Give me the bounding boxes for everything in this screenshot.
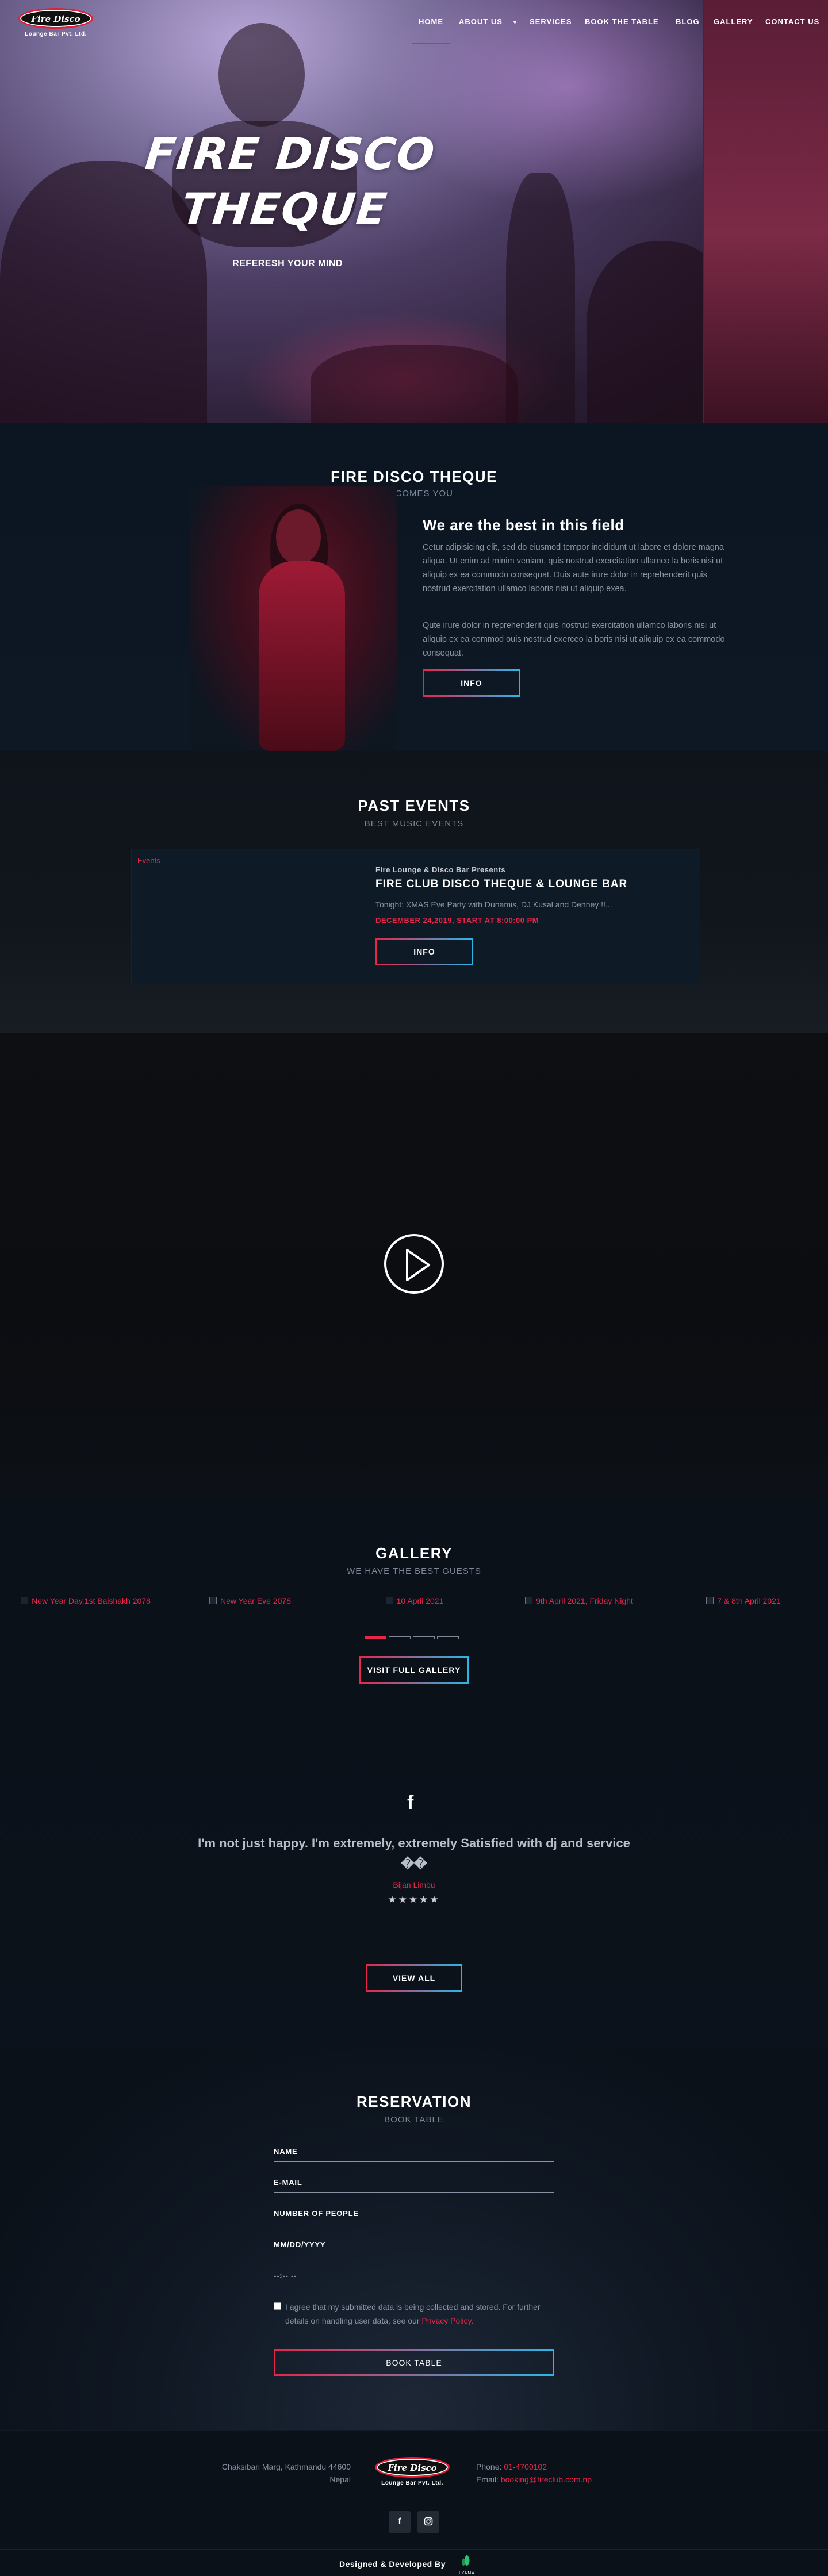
top-nav: Fire Disco Lounge Bar Pvt. Ltd. HOME ABO… [0,0,828,46]
footer: Chaksibari Marg, Kathmandu 44600 Nepal F… [0,2430,828,2576]
logo-subtitle: Lounge Bar Pvt. Ltd. [25,31,87,37]
about-paragraph: Qute irure dolor in reprehenderit quis n… [423,621,725,658]
event-info-button[interactable]: INFO [375,938,473,965]
reservation-section: RESERVATION BOOK TABLE NAME E-MAIL NUMBE… [0,2050,828,2430]
email-link[interactable]: booking@fireclub.com.np [501,2475,592,2484]
past-events-section: PAST EVENTS BEST MUSIC EVENTS Events Fir… [0,751,828,1033]
date-field[interactable]: MM/DD/YYYY [274,2240,554,2255]
testimonial-quote: I'm not just happy. I'm extremely, extre… [198,1836,630,1871]
reservation-subtitle: BOOK TABLE [384,2115,444,2125]
privacy-policy-link[interactable]: Privacy Policy. [421,2316,473,2325]
nav-blog[interactable]: BLOG [676,17,700,26]
event-date: DECEMBER 24,2019, START AT 8:00:00 PM [375,916,539,925]
gallery-subtitle: WE HAVE THE BEST GUESTS [347,1566,481,1576]
about-subtitle: WELCOMES YOU [375,489,453,499]
events-title: PAST EVENTS [358,797,470,814]
nav-about-us-label: ABOUT US [459,17,503,26]
footer-divider [0,2549,828,2550]
carousel-dot[interactable] [413,1636,435,1639]
carousel-dots [365,1632,461,1642]
instagram-icon[interactable] [417,2511,439,2533]
hero-side-panel [703,0,828,423]
consent-checkbox[interactable] [274,2302,281,2310]
event-organizer: Fire Lounge & Disco Bar Presents [375,865,506,874]
footer-logo[interactable]: Fire Disco Lounge Bar Pvt. Ltd. [369,2457,455,2489]
video-section [0,1033,828,1498]
footer-contact: Phone: 01-4700102 Email: booking@fireclu… [476,2462,592,2484]
reservation-title: RESERVATION [356,2093,471,2110]
nav-services[interactable]: SERVICES [530,17,572,26]
hero-section: FIRE DISCO THEQUE REFERESH YOUR MIND [0,0,828,423]
play-icon [406,1249,430,1281]
developer-logo[interactable]: LYAMA [455,2554,478,2575]
crowd-silhouette [310,345,518,423]
about-title: FIRE DISCO THEQUE [331,468,497,485]
testimonial-author[interactable]: Bijan Limbu [0,1880,828,1889]
hero-subtitle: REFERESH YOUR MIND [232,259,343,269]
nav-active-indicator [412,43,450,44]
consent-text: I agree that my submitted data is being … [285,2302,540,2325]
event-description: Tonight: XMAS Eve Party with Dunamis, DJ… [375,900,612,909]
nav-about-us[interactable]: ABOUT US ▼ [459,17,518,26]
logo-mark: Fire Disco [18,8,93,29]
testimonial-section: f I'm not just happy. I'm extremely, ext… [0,1700,828,2050]
rating-stars: ★★★★★ [388,1894,440,1905]
hero-title: FIRE DISCO THEQUE [143,128,438,235]
gallery-title: GALLERY [375,1544,453,1562]
about-paragraph: Cetur adipisicing elit, sed do eiusmod t… [423,543,724,593]
name-field[interactable]: NAME [274,2147,554,2162]
carousel-dot[interactable] [437,1636,459,1639]
visit-full-gallery-button[interactable]: VISIT FULL GALLERY [359,1656,469,1684]
logo-mark: Fire Disco [375,2457,450,2478]
chevron-down-icon: ▼ [512,20,519,26]
facebook-icon[interactable]: f [389,2511,411,2533]
event-card: Events Fire Lounge & Disco Bar Presents … [131,849,700,984]
facebook-icon: f [407,1792,414,1814]
about-image [190,486,397,751]
events-subtitle: BEST MUSIC EVENTS [364,819,464,829]
play-button[interactable] [384,1234,444,1294]
phone-link[interactable]: 01-4700102 [504,2462,547,2471]
time-field[interactable]: --:-- -- [274,2271,554,2286]
event-title: FIRE CLUB DISCO THEQUE & LOUNGE BAR [375,878,628,890]
gallery-item[interactable]: 10 April 2021 [332,1596,497,1605]
about-info-button[interactable]: INFO [423,669,520,697]
gallery-item[interactable]: New Year Day,1st Baishakh 2078 [3,1596,168,1605]
logo-subtitle: Lounge Bar Pvt. Ltd. [381,2480,443,2486]
about-heading: We are the best in this field [423,516,624,534]
gallery-section: GALLERY WE HAVE THE BEST GUESTS New Year… [0,1498,828,1700]
nav-home[interactable]: HOME [419,17,443,26]
carousel-dot[interactable] [365,1636,386,1639]
gallery-item[interactable]: 9th April 2021, Friday Night [497,1596,661,1605]
people-count-field[interactable]: NUMBER OF PEOPLE [274,2209,554,2224]
nav-contact-us[interactable]: CONTACT US [765,17,819,26]
nav-book-the-table[interactable]: BOOK THE TABLE [585,17,659,26]
gallery-item[interactable]: 7 & 8th April 2021 [661,1596,826,1605]
nav-gallery[interactable]: GALLERY [714,17,753,26]
footer-address: Chaksibari Marg, Kathmandu 44600 Nepal [221,2462,351,2484]
logo[interactable]: Fire Disco Lounge Bar Pvt. Ltd. [14,8,98,39]
view-all-button[interactable]: VIEW ALL [366,1964,462,1992]
about-section: FIRE DISCO THEQUE WELCOMES YOU We are th… [0,423,828,751]
email-field[interactable]: E-MAIL [274,2178,554,2193]
event-image: Events [137,856,160,865]
gallery-item[interactable]: New Year Eve 2078 [168,1596,332,1605]
carousel-dot[interactable] [389,1636,411,1639]
credit-text: Designed & Developed By [339,2559,446,2569]
book-table-button[interactable]: BOOK TABLE [274,2349,554,2376]
